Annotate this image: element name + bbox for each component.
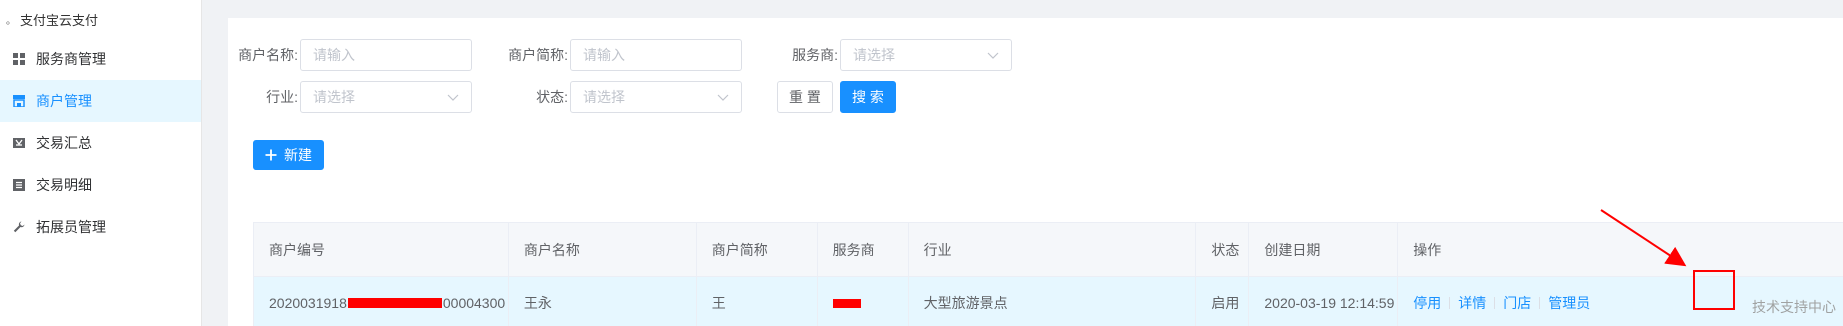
annotation-highlight-box [1693, 270, 1735, 310]
brand-title: 支付宝云支付 [20, 12, 99, 28]
filter-status: 状态: 请选择 [498, 81, 742, 113]
sidebar-item-transaction-detail[interactable]: 交易明细 [0, 164, 201, 206]
redaction-mark [832, 298, 861, 308]
merchant-short-input[interactable]: 请输入 [570, 39, 742, 71]
summary-icon [12, 136, 26, 150]
sidebar-item-label: 服务商管理 [36, 51, 106, 67]
merchant-short-cell: 王 [697, 277, 818, 326]
divider [1494, 297, 1496, 309]
provider-cell [818, 277, 909, 326]
status-cell: 启用 [1196, 277, 1250, 326]
sidebar-item-transaction-summary[interactable]: 交易汇总 [0, 122, 201, 164]
merchant-id-prefix: 2020031918 [269, 295, 347, 311]
merchant-short-placeholder: 请输入 [583, 47, 625, 63]
divider [1539, 297, 1541, 309]
disable-link[interactable]: 停用 [1413, 293, 1441, 313]
merchant-id-cell: 2020031918 00004300 [254, 277, 509, 326]
provider-select[interactable]: 请选择 [840, 39, 1012, 71]
search-button[interactable]: 搜 索 [840, 81, 896, 113]
status-label: 状态: [536, 89, 568, 105]
merchant-name-placeholder: 请输入 [313, 47, 355, 63]
table-row[interactable]: 2020031918 00004300 王永 王 大型旅游景点 启用 2020-… [254, 277, 1843, 326]
sidebar-item-label: 交易汇总 [36, 135, 92, 151]
sidebar-item-label: 交易明细 [36, 177, 92, 193]
merchant-name-label: 商户名称: [238, 47, 298, 63]
table-header: 商户编号 商户名称 商户简称 服务商 行业 状态 创建日期 操作 [254, 223, 1843, 277]
filter-industry: 行业: 请选择 [228, 81, 472, 113]
provider-label: 服务商: [792, 47, 838, 63]
industry-label: 行业: [266, 89, 298, 105]
column-header[interactable]: 商户编号 [254, 223, 509, 276]
column-header[interactable]: 商户简称 [697, 223, 818, 276]
sidebar-item-promoters[interactable]: 拓展员管理 [0, 206, 201, 248]
industry-cell: 大型旅游景点 [909, 277, 1197, 326]
sidebar: 。 支付宝云支付 服务商管理 商户管理 交易汇总 交易明细 拓展员管理 [0, 0, 202, 326]
industry-placeholder: 请选择 [313, 89, 355, 105]
main-card: 商户名称: 请输入 商户简称: 请输入 服务商: 请选择 行业: 请选择 状态:… [228, 18, 1843, 326]
status-placeholder: 请选择 [583, 89, 625, 105]
plus-icon [265, 149, 277, 161]
created-date-cell: 2020-03-19 12:14:59 [1249, 277, 1399, 326]
watermark-text: 技术支持中心 [1752, 299, 1836, 315]
chevron-down-icon [447, 94, 459, 101]
wrench-icon [12, 220, 26, 234]
column-header[interactable]: 商户名称 [509, 223, 697, 276]
chevron-down-icon [987, 52, 999, 59]
sidebar-item-providers[interactable]: 服务商管理 [0, 38, 201, 80]
brand-dot-icon: 。 [6, 15, 16, 27]
filter-merchant-name: 商户名称: 请输入 [228, 39, 472, 71]
admin-link[interactable]: 管理员 [1548, 293, 1590, 313]
sidebar-item-label: 拓展员管理 [36, 219, 106, 235]
store-icon [12, 94, 26, 108]
filter-provider: 服务商: 请选择 [768, 39, 1012, 71]
sidebar-item-merchants[interactable]: 商户管理 [0, 80, 201, 122]
merchant-table: 商户编号 商户名称 商户简称 服务商 行业 状态 创建日期 操作 2020031… [253, 222, 1843, 326]
column-header[interactable]: 服务商 [818, 223, 909, 276]
industry-select[interactable]: 请选择 [300, 81, 472, 113]
column-header[interactable]: 行业 [909, 223, 1197, 276]
chevron-down-icon [717, 94, 729, 101]
provider-placeholder: 请选择 [853, 47, 895, 63]
stores-link[interactable]: 门店 [1503, 293, 1531, 313]
sidebar-item-label: 商户管理 [36, 93, 92, 109]
merchant-short-label: 商户简称: [508, 47, 568, 63]
merchant-name-cell: 王永 [509, 277, 697, 326]
brand: 。 支付宝云支付 [0, 0, 201, 38]
filter-merchant-short: 商户简称: 请输入 [498, 39, 742, 71]
detail-icon [12, 178, 26, 192]
grid-icon [12, 52, 26, 66]
divider [1449, 297, 1451, 309]
new-button-label: 新建 [284, 147, 312, 163]
column-header[interactable]: 创建日期 [1249, 223, 1399, 276]
column-header: 操作 [1413, 241, 1442, 258]
column-header[interactable]: 状态 [1196, 223, 1250, 276]
merchant-id-suffix: 00004300 [442, 295, 506, 311]
status-select[interactable]: 请选择 [570, 81, 742, 113]
merchant-name-input[interactable]: 请输入 [300, 39, 472, 71]
new-button[interactable]: 新建 [253, 140, 324, 170]
reset-button[interactable]: 重 置 [777, 81, 833, 113]
redaction-mark [347, 298, 442, 308]
details-link[interactable]: 详情 [1458, 293, 1486, 313]
